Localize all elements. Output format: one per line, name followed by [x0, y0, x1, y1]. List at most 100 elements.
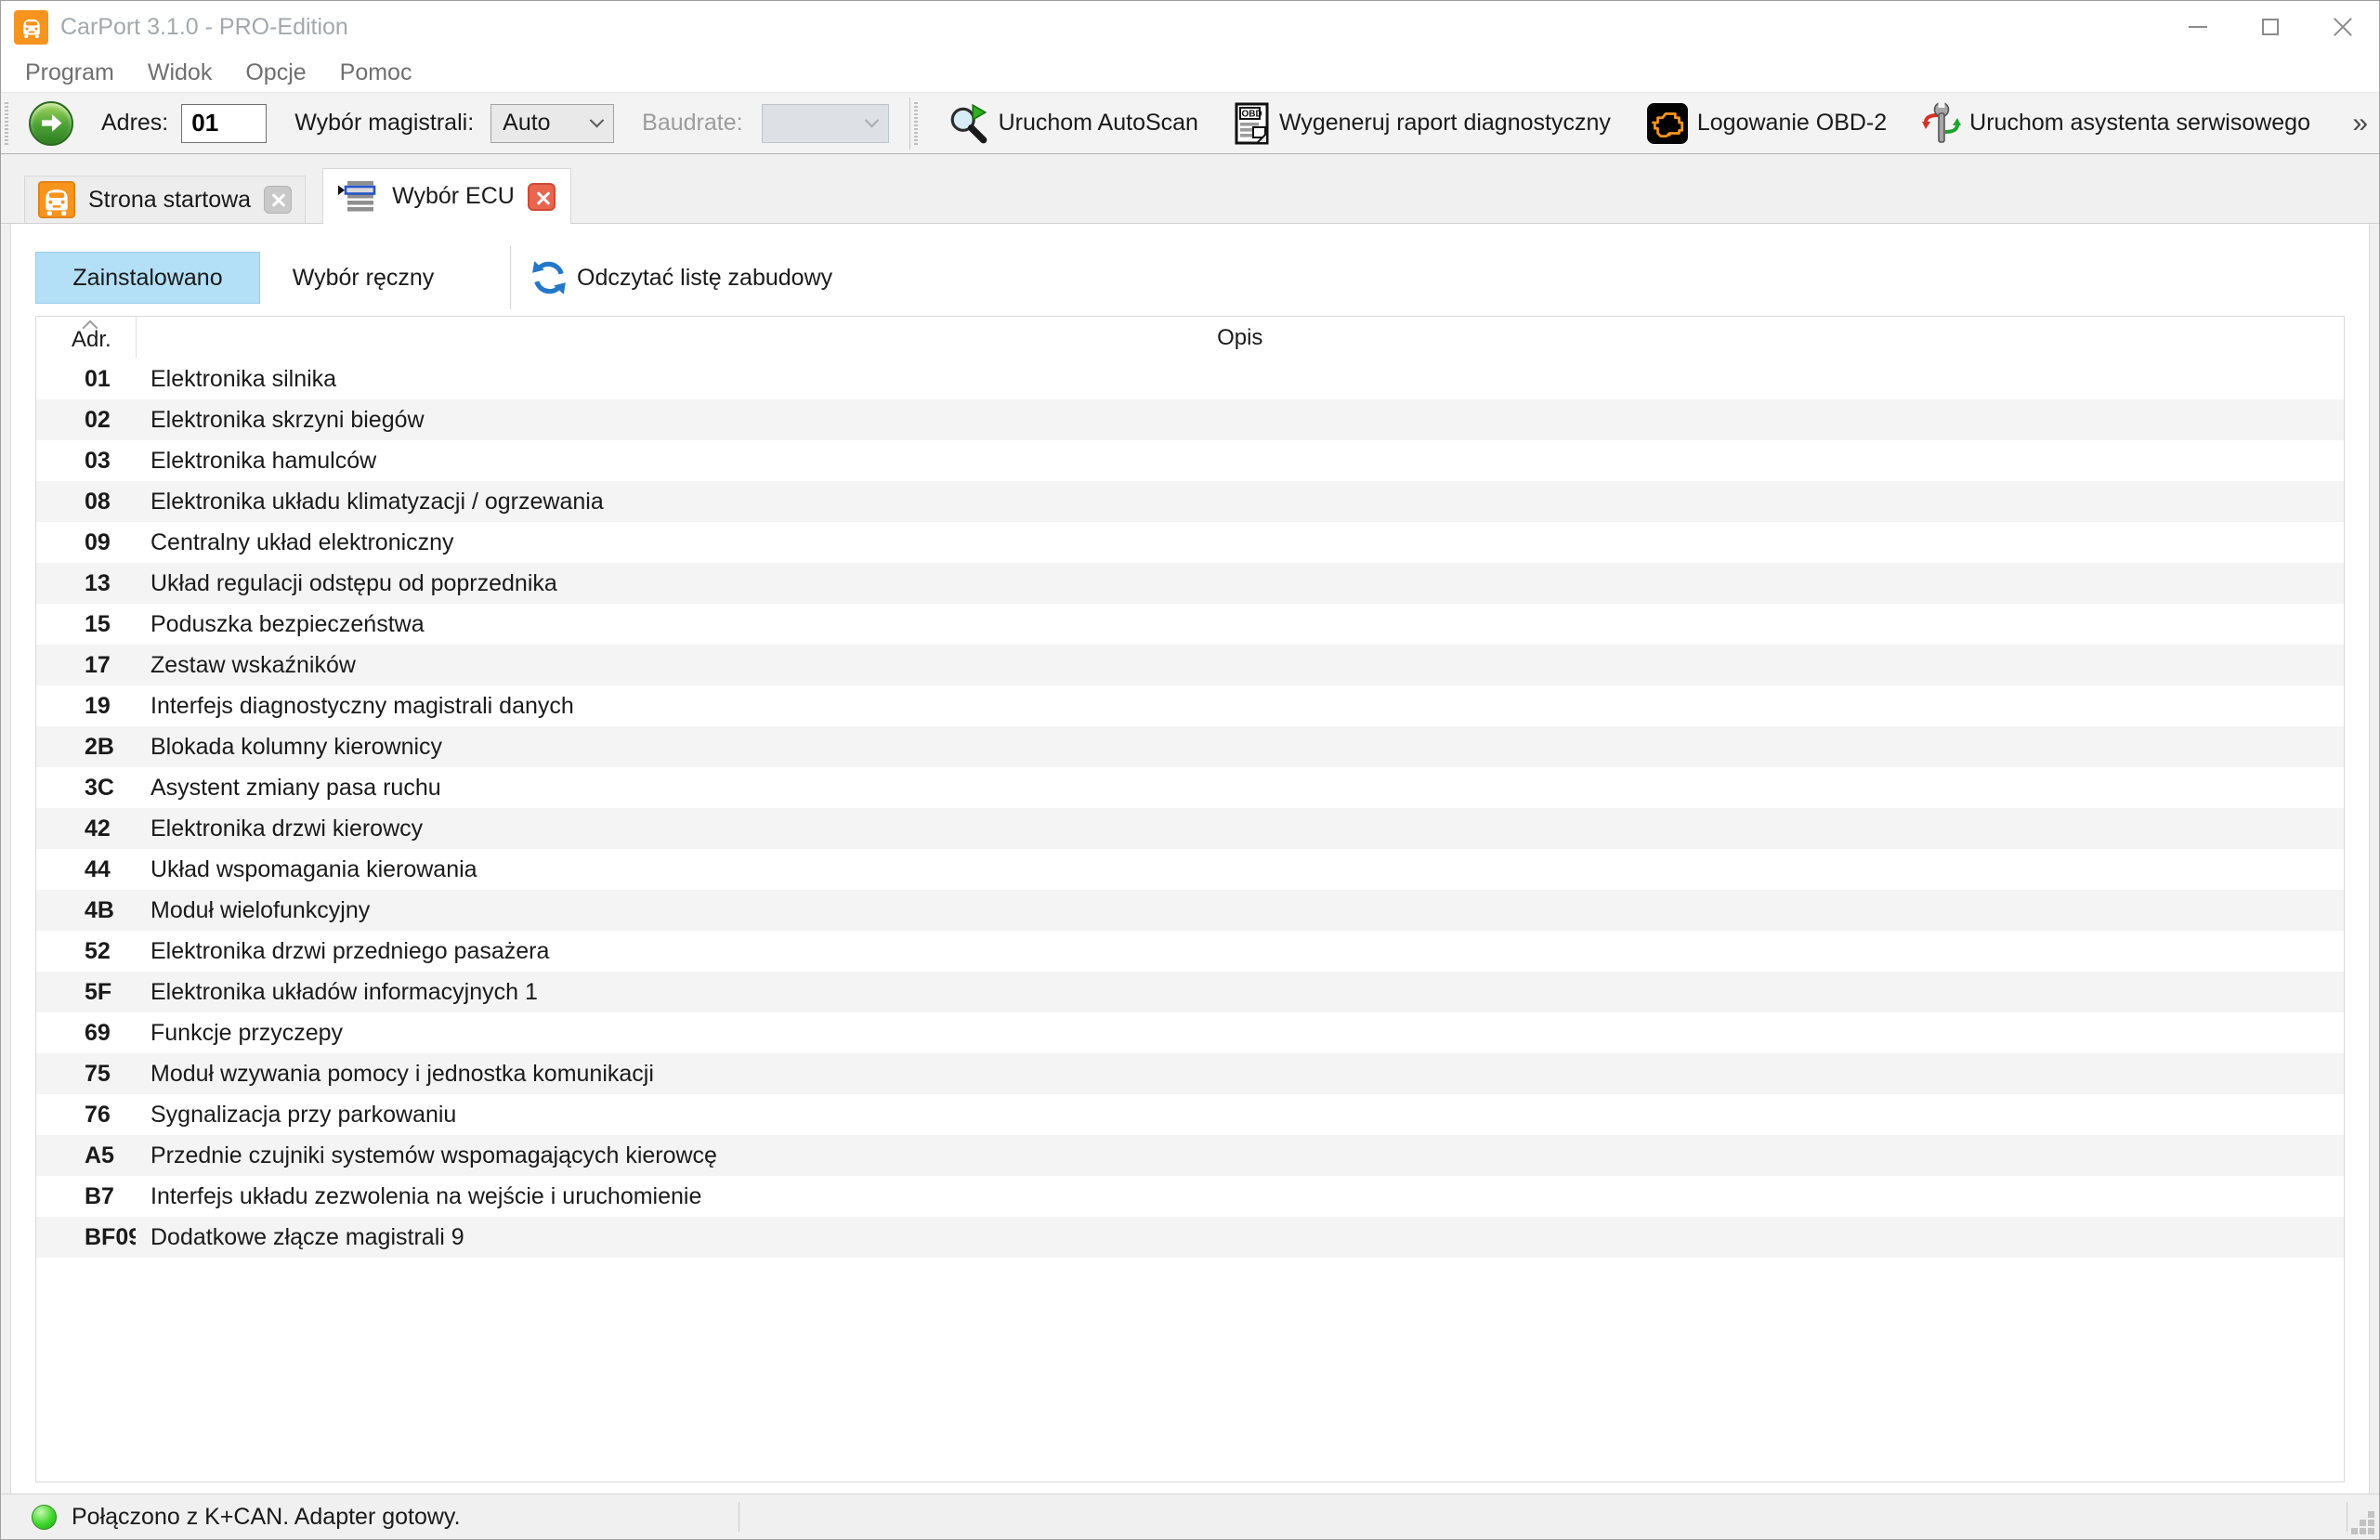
table-row[interactable]: 44 Układ wspomagania kierowania — [36, 849, 2344, 890]
content-area: Zainstalowano Wybór ręczny Odczytać list… — [1, 224, 2379, 1494]
table-row[interactable]: 76 Sygnalizacja przy parkowaniu — [36, 1094, 2344, 1135]
svg-text:OBD: OBD — [1241, 109, 1262, 119]
ecu-address: A5 — [85, 1142, 114, 1168]
subtab-zainstalowano[interactable]: Zainstalowano — [35, 252, 260, 304]
status-text: Połączono z K+CAN. Adapter gotowy. — [72, 1503, 461, 1530]
ecu-address: B7 — [85, 1182, 114, 1209]
ecu-address: 01 — [85, 365, 111, 392]
obd2-logging-icon — [1646, 102, 1688, 144]
tab-wybor-ecu[interactable]: Wybór ECU — [322, 168, 571, 224]
menu-program[interactable]: Program — [8, 59, 131, 86]
table-row[interactable]: 52 Elektronika drzwi przedniego pasażera — [36, 931, 2344, 972]
table-row[interactable]: 3C Asystent zmiany pasa ruchu — [36, 767, 2344, 808]
toolbar-separator — [909, 97, 910, 150]
ecu-description: Dodatkowe złącze magistrali 9 — [150, 1223, 464, 1250]
ecu-list-icon — [338, 180, 376, 211]
ecu-description: Elektronika układu klimatyzacji / ogrzew… — [150, 488, 604, 515]
toolbar-overflow-chevron[interactable]: » — [2352, 108, 2368, 139]
bus-select-label: Wybór magistrali: — [294, 110, 475, 136]
diagnostic-report-label: Wygeneruj raport diagnostyczny — [1278, 110, 1611, 136]
address-input[interactable] — [181, 103, 268, 143]
obd-report-icon: OBD — [1235, 102, 1269, 144]
subtab-row: Zainstalowano Wybór ręczny Odczytać list… — [35, 246, 2369, 309]
table-row[interactable]: 4B Moduł wielofunkcyjny — [36, 890, 2344, 931]
table-row[interactable]: 09 Centralny układ elektroniczny — [36, 522, 2344, 563]
tab-close-icon[interactable] — [264, 186, 293, 214]
table-row[interactable]: 2B Blokada kolumny kierownicy — [36, 726, 2344, 767]
resize-grip[interactable] — [2351, 1511, 2375, 1535]
ecu-address: 76 — [85, 1101, 111, 1128]
table-row[interactable]: 69 Funkcje przyczepy — [36, 1012, 2344, 1053]
menu-pomoc[interactable]: Pomoc — [323, 59, 429, 86]
minimize-button[interactable] — [2162, 1, 2234, 53]
ecu-description: Interfejs układu zezwolenia na wejście i… — [150, 1182, 702, 1209]
car-icon — [38, 181, 75, 218]
column-header-adr[interactable]: Adr. — [36, 317, 137, 359]
ecu-description: Elektronika drzwi kierowcy — [150, 815, 424, 842]
tab-strip: Strona startowa Wybór ECU — [1, 154, 2379, 224]
ecu-address: 09 — [85, 529, 111, 555]
carport-window: { "window": { "title": "CarPort 3.1.0 - … — [0, 0, 2380, 1540]
menu-widok[interactable]: Widok — [131, 59, 229, 86]
toolbar-gripper[interactable] — [913, 101, 918, 145]
table-row[interactable]: 17 Zestaw wskaźników — [36, 645, 2344, 685]
ecu-address: 17 — [85, 651, 111, 678]
table-row[interactable]: 03 Elektronika hamulców — [36, 440, 2344, 481]
refresh-icon — [532, 261, 566, 294]
ecu-description: Centralny układ elektroniczny — [150, 529, 454, 555]
table-row[interactable]: 19 Interfejs diagnostyczny magistrali dan… — [36, 685, 2344, 726]
close-button[interactable] — [2307, 1, 2379, 53]
ecu-address: 13 — [85, 569, 111, 596]
ecu-description: Poduszka bezpieczeństwa — [150, 610, 425, 637]
table-row[interactable]: 01 Elektronika silnika — [36, 359, 2344, 399]
ecu-description: Przednie czujniki systemów wspomagającyc… — [150, 1142, 717, 1168]
ecu-description: Zestaw wskaźników — [150, 651, 356, 678]
ecu-address: 4B — [85, 896, 114, 923]
table-row[interactable]: 08 Elektronika układu klimatyzacji / ogrz… — [36, 481, 2344, 522]
tab-strona-startowa[interactable]: Strona startowa — [24, 176, 307, 224]
go-button[interactable] — [29, 100, 73, 146]
column-header-opis[interactable]: Opis — [136, 317, 2344, 359]
obd2-logging-label: Logowanie OBD-2 — [1696, 110, 1888, 136]
diagnostic-report-button[interactable]: OBD Wygeneruj raport diagnostyczny — [1223, 102, 1622, 145]
arrow-right-icon — [41, 114, 61, 132]
ecu-description: Elektronika układów informacyjnych 1 — [150, 978, 538, 1005]
ecu-description: Moduł wielofunkcyjny — [150, 896, 371, 923]
table-row[interactable]: 02 Elektronika skrzyni biegów — [36, 399, 2344, 440]
menu-opcje[interactable]: Opcje — [229, 59, 322, 86]
obd2-logging-button[interactable]: Logowanie OBD-2 — [1635, 102, 1898, 145]
ecu-address: 03 — [85, 447, 111, 474]
service-assistant-button[interactable]: Uruchom asystenta serwisowego — [1911, 100, 2321, 146]
window-title: CarPort 3.1.0 - PRO-Edition — [60, 13, 348, 40]
table-row[interactable]: 75 Moduł wzywania pomocy i jednostka komu… — [36, 1053, 2344, 1094]
table-row[interactable]: 13 Układ regulacji odstępu od poprzednika — [36, 563, 2344, 604]
table-row[interactable]: 5F Elektronika układów informacyjnych 1 — [36, 972, 2344, 1012]
table-row[interactable]: 42 Elektronika drzwi kierowcy — [36, 808, 2344, 849]
ecu-table-body: 01 Elektronika silnika 02 Elektronika skrzy… — [36, 359, 2344, 1258]
read-installation-list-label: Odczytać listę zabudowy — [577, 264, 833, 291]
ecu-description: Sygnalizacja przy parkowaniu — [150, 1101, 457, 1128]
minimize-icon — [2189, 26, 2207, 28]
tab-label: Strona startowa — [88, 186, 252, 213]
ecu-address: 08 — [85, 488, 111, 515]
table-row[interactable]: 15 Poduszka bezpieczeństwa — [36, 604, 2344, 645]
table-row[interactable]: B7 Interfejs układu zezwolenia na wejście… — [36, 1176, 2344, 1217]
table-row[interactable]: BF09 Dodatkowe złącze magistrali 9 — [36, 1217, 2344, 1258]
status-bar: Połączono z K+CAN. Adapter gotowy. — [1, 1494, 2379, 1539]
ecu-address: 02 — [85, 406, 111, 433]
ecu-table: Adr. Opis 01 Elektronika silnika 02 Elektro… — [35, 316, 2345, 1482]
ecu-address: 3C — [85, 774, 114, 801]
ecu-address: 44 — [85, 855, 111, 882]
ecu-address: 42 — [85, 815, 111, 842]
connection-led-icon — [32, 1504, 57, 1530]
autoscan-button[interactable]: Uruchom AutoScan — [936, 102, 1210, 145]
ecu-description: Interfejs diagnostyczny magistrali danyc… — [150, 692, 574, 719]
read-installation-list-button[interactable]: Odczytać listę zabudowy — [530, 259, 832, 296]
table-row[interactable]: A5 Przednie czujniki systemów wspomagając… — [36, 1135, 2344, 1176]
bus-select[interactable]: Auto — [490, 103, 615, 143]
subtab-wybor-reczny[interactable]: Wybór ręczny — [271, 252, 455, 304]
tab-close-icon[interactable] — [527, 182, 556, 211]
toolbar-gripper[interactable] — [5, 101, 8, 145]
ecu-address: 69 — [85, 1019, 111, 1046]
maximize-button[interactable] — [2234, 1, 2307, 53]
